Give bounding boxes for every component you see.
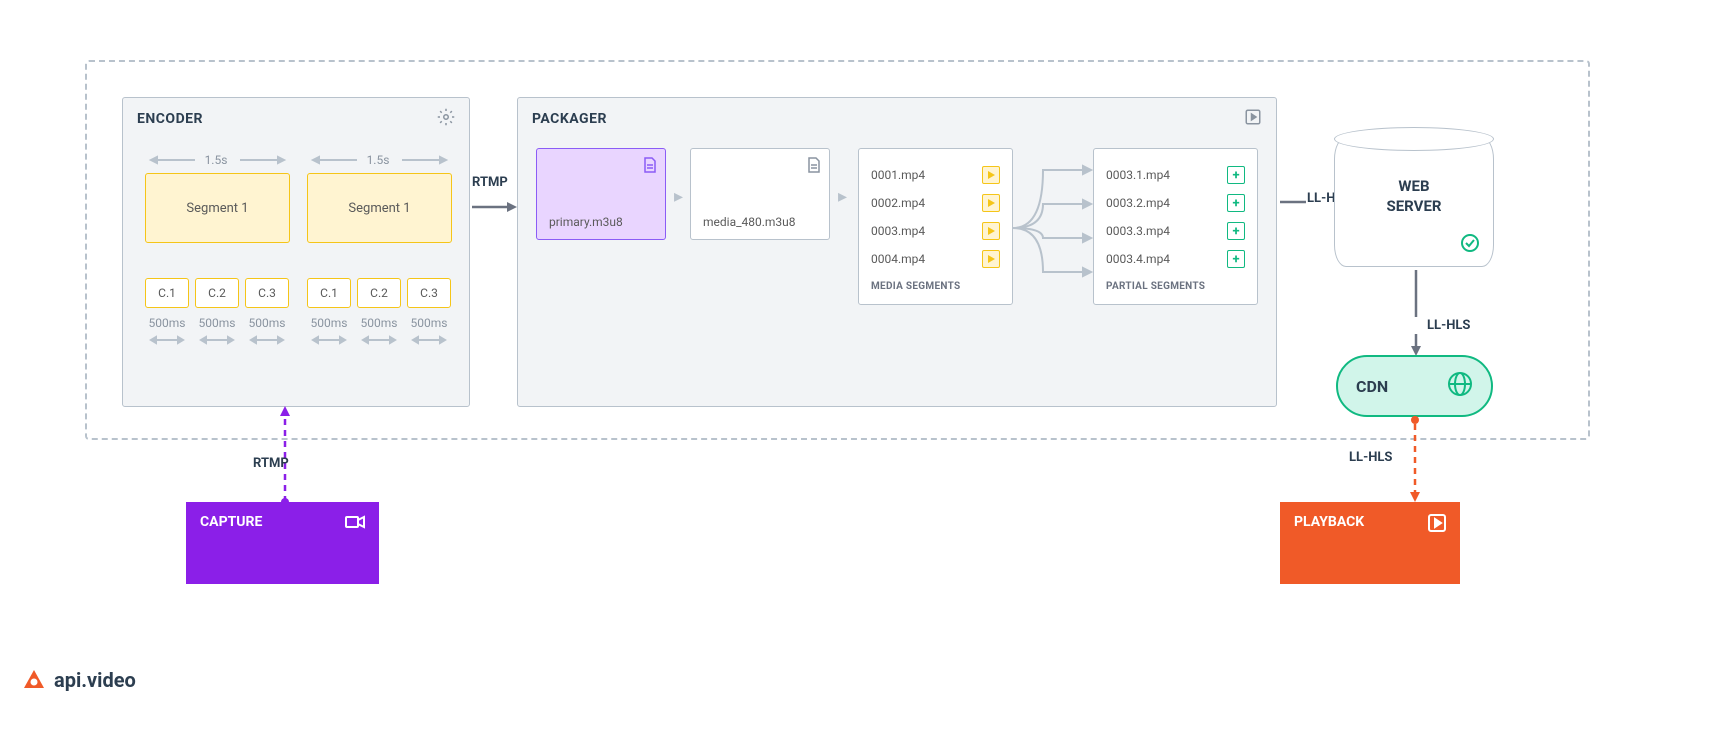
arrow-right-icon: [472, 200, 517, 214]
rtmp-capture-label: RTMP: [253, 456, 289, 471]
plus-icon: +: [1227, 194, 1245, 212]
chevron-right-icon: ▸: [674, 186, 683, 207]
plus-icon: +: [1227, 166, 1245, 184]
logo-icon: [22, 668, 46, 692]
chunk-1-2: C.2: [195, 278, 239, 308]
cdn-node: CDN: [1336, 355, 1493, 417]
play-icon: [982, 222, 1000, 240]
packager-panel: PACKAGER primary.m3u8 ▸ media_480.m3u8 ▸…: [517, 97, 1277, 407]
dashed-arrow-up: [278, 406, 292, 502]
media-segments-label: MEDIA SEGMENTS: [871, 281, 1000, 292]
partial-segments-label: PARTIAL SEGMENTS: [1106, 281, 1245, 292]
chunk-1-1: C.1: [145, 278, 189, 308]
web-server: WEBSERVER: [1334, 137, 1494, 267]
chevron-right-icon: ▸: [838, 186, 847, 207]
chunk-2-3: C.3: [407, 278, 451, 308]
media-playlist: media_480.m3u8: [690, 148, 830, 240]
llhls-label-3: LL-HLS: [1349, 450, 1392, 465]
arrow-down-icon: [1409, 270, 1423, 317]
play-icon: [982, 250, 1000, 268]
plus-icon: +: [1227, 222, 1245, 240]
segment-box-2: Segment 1: [307, 173, 452, 243]
partial-segments-list: 0003.1.mp4+ 0003.2.mp4+ 0003.3.mp4+ 0003…: [1093, 148, 1258, 305]
segment-box-1: Segment 1: [145, 173, 290, 243]
chunk-time: 500ms: [145, 316, 189, 330]
brand-logo: api.video: [22, 668, 136, 692]
play-square-icon: [1244, 108, 1262, 130]
rtmp-label: RTMP: [472, 175, 508, 190]
packager-title: PACKAGER: [532, 111, 607, 127]
pipeline-container: ENCODER 1.5s Segment 1 1.5s Segment 1 C.…: [85, 60, 1590, 440]
file-icon: [643, 157, 657, 176]
playback-node: PLAYBACK: [1280, 502, 1460, 584]
file-icon: [807, 157, 821, 176]
encoder-title: ENCODER: [137, 111, 203, 127]
play-icon: [982, 194, 1000, 212]
play-square-icon: [1428, 514, 1446, 572]
capture-node: CAPTURE: [186, 502, 379, 584]
chunk-1-3: C.3: [245, 278, 289, 308]
media-segments-list: 0001.mp4 0002.mp4 0003.mp4 0004.mp4 MEDI…: [858, 148, 1013, 305]
dashed-arrow-down: [1408, 416, 1422, 502]
check-circle-icon: [1460, 233, 1480, 257]
plus-icon: +: [1227, 250, 1245, 268]
encoder-panel: ENCODER 1.5s Segment 1 1.5s Segment 1 C.…: [122, 97, 470, 407]
arrow-right-icon: [1280, 195, 1306, 209]
chunk-2-2: C.2: [357, 278, 401, 308]
fanout-connector: [1013, 156, 1093, 286]
llhls-label-2: LL-HLS: [1427, 318, 1470, 333]
arrow-down-icon: [1409, 334, 1423, 356]
play-icon: [982, 166, 1000, 184]
gear-icon: [437, 108, 455, 130]
globe-icon: [1447, 371, 1473, 401]
camera-icon: [345, 514, 365, 572]
primary-playlist: primary.m3u8: [536, 148, 666, 240]
chunk-2-1: C.1: [307, 278, 351, 308]
